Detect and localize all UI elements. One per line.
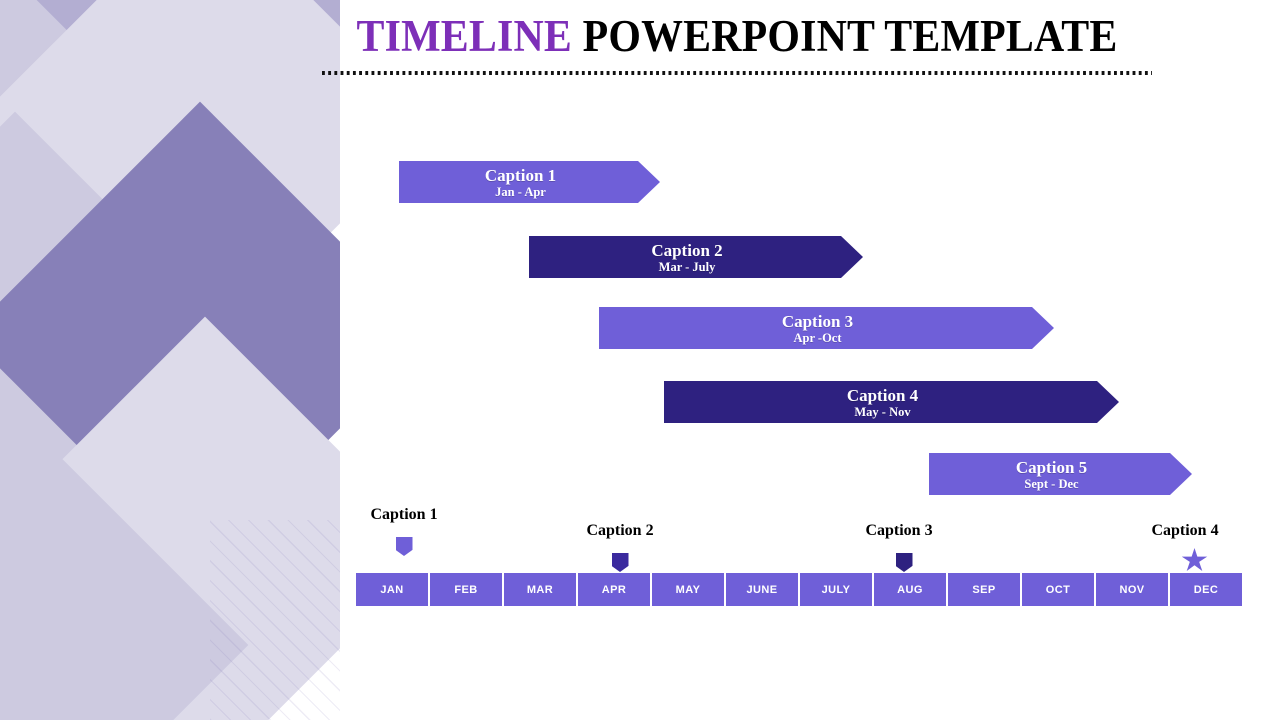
pentagon-icon	[895, 553, 913, 572]
milestone-marker-slot	[324, 532, 484, 556]
milestone-marker-slot	[540, 548, 700, 572]
milestone-label: Caption 4	[1151, 522, 1219, 539]
milestone-markers: Caption 1 Caption 2 Caption 3 Caption 4	[0, 0, 1280, 720]
slide-canvas: TIMELINE POWERPOINT TEMPLATE Caption 1 Ja…	[0, 0, 1280, 720]
pentagon-icon	[395, 537, 413, 556]
milestone-marker-slot	[1124, 548, 1265, 572]
pentagon-icon	[611, 553, 629, 572]
milestone-4[interactable]: Caption 4	[1105, 521, 1265, 572]
milestone-marker-slot	[829, 548, 979, 572]
milestone-2[interactable]: Caption 2	[540, 521, 700, 572]
star-icon	[1181, 548, 1208, 572]
milestone-3[interactable]: Caption 3	[819, 521, 979, 572]
milestone-label: Caption 1	[370, 506, 438, 523]
milestone-label: Caption 2	[586, 522, 654, 539]
milestone-1[interactable]: Caption 1	[324, 505, 484, 556]
milestone-label: Caption 3	[865, 522, 933, 539]
